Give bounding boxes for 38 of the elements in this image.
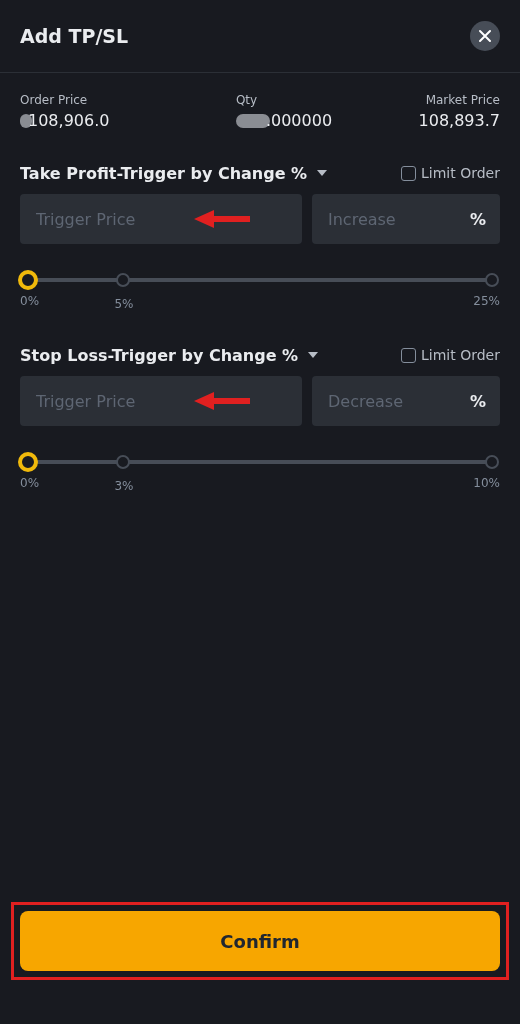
slider-thumb[interactable] bbox=[18, 270, 38, 290]
dropdown-caret-icon[interactable] bbox=[308, 352, 319, 358]
percent-unit: % bbox=[469, 391, 486, 411]
trigger-price-box[interactable]: Trigger Price bbox=[20, 194, 302, 244]
slider-stop[interactable] bbox=[485, 455, 499, 469]
slider-label: 25% bbox=[473, 294, 500, 308]
summary-label: Order Price bbox=[20, 93, 89, 107]
trigger-price-box[interactable]: Trigger Price bbox=[20, 376, 302, 426]
summary-value: 108,906.0 bbox=[28, 111, 110, 130]
change-percent-field[interactable]: Increase bbox=[328, 194, 470, 244]
summary-value: .000000 bbox=[265, 111, 333, 130]
dialog-title: Add TP/SL bbox=[20, 25, 129, 47]
slider-label: 10% bbox=[473, 476, 500, 490]
slider-label: 0% bbox=[20, 294, 40, 308]
close-icon bbox=[478, 29, 492, 43]
slider-label: 5% bbox=[114, 297, 134, 311]
trigger-price-field[interactable]: Trigger Price bbox=[36, 194, 186, 244]
dropdown-caret-icon[interactable] bbox=[317, 170, 328, 176]
change-percent-box[interactable]: Increase % bbox=[312, 194, 500, 244]
section-heading[interactable]: Stop Loss-Trigger by Change % bbox=[20, 345, 299, 365]
summary-value: 108,893.7 bbox=[418, 111, 500, 130]
slider-label: 3% bbox=[114, 479, 134, 493]
slider-stop[interactable] bbox=[116, 273, 131, 287]
slider-label: 0% bbox=[20, 476, 40, 490]
summary-label: Market Price bbox=[425, 93, 500, 107]
trigger-price-field[interactable]: Trigger Price bbox=[36, 376, 186, 426]
section-heading[interactable]: Take Profit-Trigger by Change % bbox=[20, 163, 308, 183]
limit-order-checkbox[interactable]: Limit Order bbox=[401, 165, 500, 181]
limit-order-checkbox[interactable]: Limit Order bbox=[401, 347, 500, 363]
slider-stop[interactable] bbox=[485, 273, 499, 287]
confirm-button[interactable]: Confirm bbox=[20, 911, 500, 971]
slider-stop[interactable] bbox=[116, 455, 131, 469]
percent-unit: % bbox=[469, 209, 486, 229]
change-percent-box[interactable]: Decrease % bbox=[312, 376, 500, 426]
summary-label: Qty bbox=[235, 93, 258, 107]
close-button[interactable] bbox=[470, 21, 500, 51]
slider-thumb[interactable] bbox=[18, 452, 38, 472]
change-percent-field[interactable]: Decrease bbox=[328, 376, 470, 426]
